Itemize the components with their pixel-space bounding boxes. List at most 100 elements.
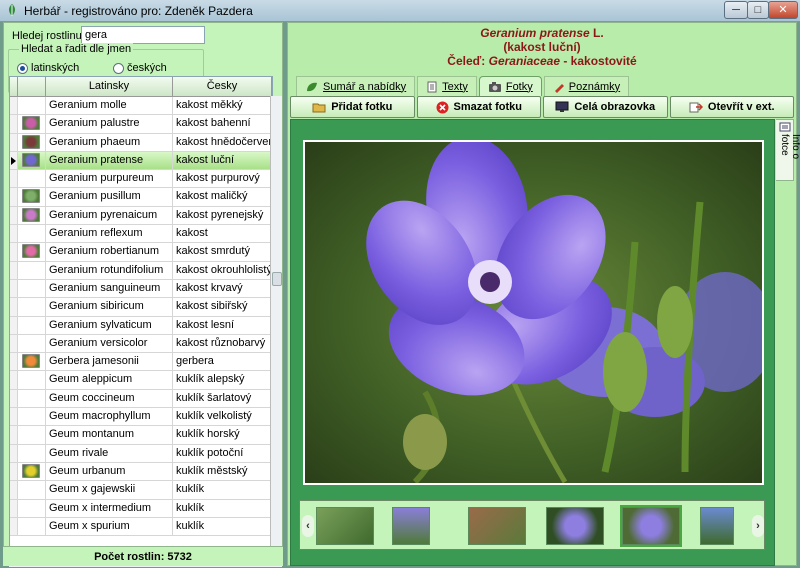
plant-thumbnail-icon <box>22 354 40 369</box>
tab-notes[interactable]: Poznámky <box>543 76 630 96</box>
search-input[interactable] <box>81 26 205 44</box>
left-panel: Hledej rostlinu: Hledat a řadit dle jmen… <box>3 22 283 567</box>
column-czech[interactable]: Česky <box>173 77 272 96</box>
minimize-button[interactable]: ─ <box>724 1 748 19</box>
tab-texts-label: Texty <box>442 80 468 93</box>
table-body: Geranium molle kakost měkký Geranium palus… <box>10 97 272 537</box>
row-indicator <box>10 115 18 133</box>
cell-czech: kakost bahenní <box>173 115 272 133</box>
photo-info-tab[interactable]: Info o fotce <box>776 119 800 181</box>
cell-czech: kuklík <box>173 517 272 536</box>
cell-czech: kakost <box>173 225 272 243</box>
plant-thumbnail-icon <box>22 244 40 259</box>
cell-latin: Geum aleppicum <box>46 371 173 389</box>
fullscreen-button[interactable]: Celá obrazovka <box>543 96 668 118</box>
cell-czech: gerbera <box>173 353 272 371</box>
row-indicator <box>10 298 18 316</box>
column-latin[interactable]: Latinsky <box>46 77 173 96</box>
latin-name: Geranium pratense <box>480 26 590 40</box>
cell-czech: kakost pyrenejský <box>173 206 272 225</box>
table-row[interactable]: Geranium rotundifolium kakost okrouhlolis… <box>10 261 272 280</box>
table-row[interactable]: Geranium sanguineum kakost krvavý <box>10 279 272 299</box>
plant-photo[interactable] <box>303 140 764 485</box>
cell-czech: kuklík <box>173 499 272 517</box>
vertical-scrollbar[interactable] <box>270 96 282 556</box>
row-thumbnail-cell <box>18 499 46 517</box>
table-row[interactable]: Geum x intermedium kuklík <box>10 499 272 518</box>
delete-photo-button[interactable]: Smazat fotku <box>416 96 541 118</box>
tab-texts[interactable]: Texty <box>417 76 477 96</box>
table-row[interactable]: Geranium sylvaticum kakost lesní <box>10 316 272 335</box>
table-row[interactable]: Geum rivale kuklík potoční <box>10 444 272 463</box>
row-indicator <box>10 261 18 279</box>
photo-thumbnail[interactable] <box>546 507 604 545</box>
photo-info-label: Info o fotce <box>779 134 800 160</box>
table-row[interactable]: Geranium palustre kakost bahenní <box>10 115 272 134</box>
table-row[interactable]: Geum urbanum kuklík městský <box>10 462 272 482</box>
plant-thumbnail-icon <box>22 463 40 478</box>
row-thumbnail-cell <box>18 353 46 371</box>
table-row[interactable]: Geum montanum kuklík horský <box>10 426 272 445</box>
pencil-icon <box>554 83 564 93</box>
strip-left-arrow[interactable]: ‹ <box>302 515 314 537</box>
table-row[interactable]: Geranium pusillum kakost maličký <box>10 188 272 207</box>
geranium-photo-image <box>305 142 762 483</box>
tab-summary[interactable]: Sumář a nabídky <box>296 76 416 96</box>
cell-latin: Geranium reflexum <box>46 225 173 243</box>
row-thumbnail-cell <box>18 408 46 426</box>
photo-thumbnail[interactable] <box>700 507 734 545</box>
table-row[interactable]: Geranium purpureum kakost purpurový <box>10 170 272 189</box>
table-row[interactable]: Geum aleppicum kuklík alepský <box>10 371 272 390</box>
table-row[interactable]: Geranium phaeum kakost hnědočervený <box>10 133 272 152</box>
table-row[interactable]: Geranium sibiricum kakost sibiřský <box>10 298 272 317</box>
table-row[interactable]: Geranium pyrenaicum kakost pyrenejský <box>10 206 272 226</box>
family-latin: Geraniaceae <box>488 54 560 68</box>
row-thumbnail-cell <box>18 298 46 316</box>
table-row[interactable]: Geranium molle kakost měkký <box>10 97 272 116</box>
photo-thumbnail[interactable] <box>316 507 374 545</box>
plant-count: Počet rostlin: 5732 <box>3 546 283 566</box>
photo-viewer: ‹ › <box>290 119 775 566</box>
cell-latin: Geranium sibiricum <box>46 298 173 316</box>
table-row[interactable]: Geranium pratense kakost luční <box>10 151 272 171</box>
cell-czech: kakost maličký <box>173 188 272 206</box>
add-photo-button[interactable]: Přidat fotku <box>290 96 415 118</box>
row-thumbnail-cell <box>18 517 46 536</box>
table-row[interactable]: Geum x spurium kuklík <box>10 517 272 537</box>
row-indicator <box>10 225 18 243</box>
table-row[interactable]: Geranium versicolor kakost různobarvý <box>10 334 272 354</box>
cell-czech: kakost purpurový <box>173 170 272 188</box>
row-thumbnail-cell <box>18 389 46 408</box>
table-row[interactable]: Geranium reflexum kakost <box>10 225 272 244</box>
table-row[interactable]: Gerbera jamesonii gerbera <box>10 353 272 372</box>
table-row[interactable]: Geranium robertianum kakost smrdutý <box>10 243 272 262</box>
row-indicator <box>10 389 18 408</box>
table-row[interactable]: Geum x gajewskii kuklík <box>10 481 272 500</box>
row-indicator <box>10 426 18 444</box>
cell-latin: Geum urbanum <box>46 462 173 481</box>
cell-czech: kuklík šarlatový <box>173 389 272 408</box>
row-thumbnail-cell <box>18 243 46 261</box>
photo-thumbnail[interactable] <box>392 507 430 545</box>
tab-photos[interactable]: Fotky <box>478 76 542 96</box>
photo-thumbnail[interactable] <box>468 507 526 545</box>
plant-thumbnail-icon <box>22 207 40 222</box>
photo-toolbar: Přidat fotku Smazat fotku Celá obrazovka… <box>290 96 794 118</box>
strip-right-arrow[interactable]: › <box>752 515 764 537</box>
table-row[interactable]: Geum macrophyllum kuklík velkolistý <box>10 408 272 427</box>
cell-czech: kuklík alepský <box>173 371 272 389</box>
cell-czech: kakost luční <box>173 151 272 170</box>
scrollbar-thumb[interactable] <box>272 272 282 286</box>
info-icon <box>779 122 791 132</box>
open-external-button[interactable]: Otevřít v ext. <box>669 96 794 118</box>
row-thumbnail-cell <box>18 481 46 499</box>
radio-czech[interactable]: českých <box>113 62 167 74</box>
plant-header: Geranium pratense L. (kakost luční) Čele… <box>288 23 796 73</box>
table-row[interactable]: Geum coccineum kuklík šarlatový <box>10 389 272 409</box>
radio-latin[interactable]: latinských <box>17 62 79 74</box>
photo-thumbnail-selected[interactable] <box>620 505 682 547</box>
maximize-button[interactable]: □ <box>747 1 769 19</box>
row-thumbnail-cell <box>18 115 46 133</box>
family-czech: - kakostovité <box>563 54 637 68</box>
close-button[interactable]: ✕ <box>768 1 798 19</box>
